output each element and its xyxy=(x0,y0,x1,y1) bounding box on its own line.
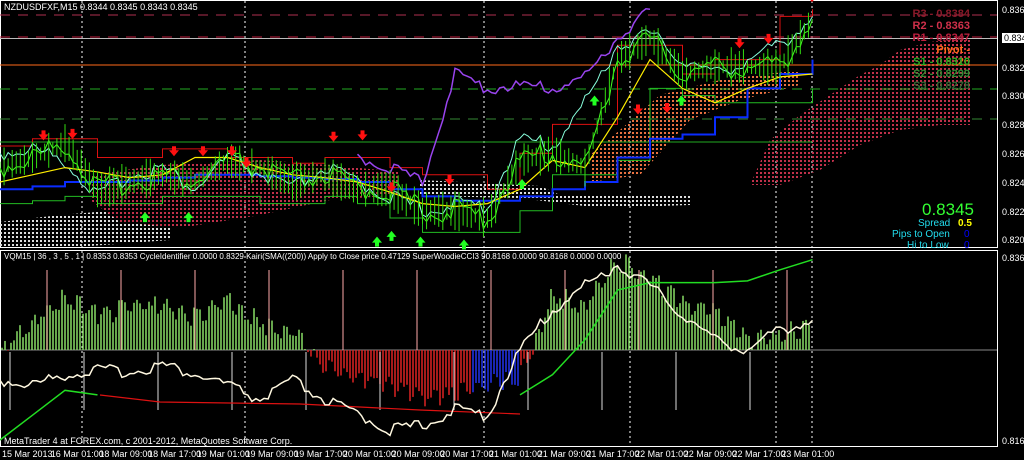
time-axis-label: 21 Mar 09:00 xyxy=(537,449,591,459)
time-axis-label: 20 Mar 09:00 xyxy=(391,449,445,459)
sell-arrow-icon xyxy=(763,33,774,44)
time-axis-label: 20 Mar 17:00 xyxy=(440,449,494,459)
time-axis-label: 18 Mar 09:00 xyxy=(99,449,153,459)
price-axis-label: 0.8265 xyxy=(1002,149,1024,159)
pivot-label: S1 - 0.8310 xyxy=(913,56,970,68)
buy-arrow-icon xyxy=(589,95,600,106)
hi-to-low-value: 0 xyxy=(964,240,970,251)
price-axis-label: 0.8285 xyxy=(1002,120,1024,131)
spread-label: Spread xyxy=(918,218,951,229)
buy-arrow-icon xyxy=(415,236,426,247)
time-axis-label: 22 Mar 09:00 xyxy=(683,449,737,459)
pips-to-open-value: 0 xyxy=(964,229,970,240)
current-price-label: 0.8345 xyxy=(1002,33,1024,43)
pivot-label: R3 - 0.8384 xyxy=(912,8,970,20)
price-axis-label: 0.8305 xyxy=(1002,91,1024,102)
copyright-text: MetaTrader 4 at FOREX.com, c 2001-2012, … xyxy=(4,436,293,446)
chart-canvas xyxy=(0,0,998,447)
time-axis-label: 19 Mar 01:00 xyxy=(196,449,250,459)
time-axis-label: 22 Mar 17:00 xyxy=(732,449,786,459)
time-axis-label: 19 Mar 17:00 xyxy=(294,449,348,459)
spread-value: 0.5 xyxy=(958,218,972,229)
time-axis-label: 16 Mar 01:00 xyxy=(50,449,104,459)
ichimoku-cloud-white-2 xyxy=(420,180,690,208)
symbol-header: NZDUSDFXF,M15 0.8344 0.8345 0.8343 0.834… xyxy=(4,2,198,12)
time-axis-label: 22 Mar 01:00 xyxy=(635,449,689,459)
sell-arrow-icon xyxy=(734,38,745,49)
price-axis-label: 0.8205 xyxy=(1002,235,1024,246)
time-axis-label: 21 Mar 01:00 xyxy=(489,449,543,459)
pivot-label: R1 - 0.8347 xyxy=(912,32,970,44)
sell-arrow-icon xyxy=(198,146,208,157)
info-price: 0.8345 xyxy=(922,200,974,219)
sub-axis-max: 0.8362 xyxy=(1002,253,1024,263)
green-trend-line xyxy=(519,258,813,396)
indicator-header: VQM15 | 36 , 3 , 5 , 1 | 0.8353 0.8353 C… xyxy=(4,252,622,261)
time-axis-label: 21 Mar 17:00 xyxy=(586,449,640,459)
pivot-label: S2 - 0.8299 xyxy=(913,68,970,80)
buy-arrow-icon xyxy=(372,236,382,247)
hi-to-low-label: Hi to Low xyxy=(907,240,949,251)
time-axis-label: 23 Mar 01:00 xyxy=(781,449,835,459)
sell-arrow-icon xyxy=(328,131,339,142)
buy-arrow-icon xyxy=(386,230,397,241)
price-axis-label: 0.8325 xyxy=(1002,62,1024,73)
price-axis-label: 0.8365 xyxy=(1002,5,1024,15)
green-trend-line xyxy=(0,389,98,441)
time-axis-label: 19 Mar 09:00 xyxy=(245,449,299,459)
sub-axis-min: 0.8162 xyxy=(1002,436,1024,446)
indicator-panel-frame xyxy=(0,250,998,447)
sell-arrow-icon xyxy=(357,130,368,141)
price-axis-label: 0.8225 xyxy=(1002,206,1024,217)
pips-to-open-label: Pips to Open xyxy=(892,229,950,240)
time-axis-label: 15 Mar 2013 xyxy=(2,449,53,459)
pivot-label: S3 - 0.8278 xyxy=(913,80,970,92)
time-axis-label: 20 Mar 01:00 xyxy=(342,449,396,459)
pivot-label: R2 - 0.8363 xyxy=(912,20,970,32)
price-axis-label: 0.8245 xyxy=(1002,177,1024,188)
sell-arrow-icon xyxy=(169,146,179,157)
time-axis-label: 18 Mar 17:00 xyxy=(148,449,202,459)
